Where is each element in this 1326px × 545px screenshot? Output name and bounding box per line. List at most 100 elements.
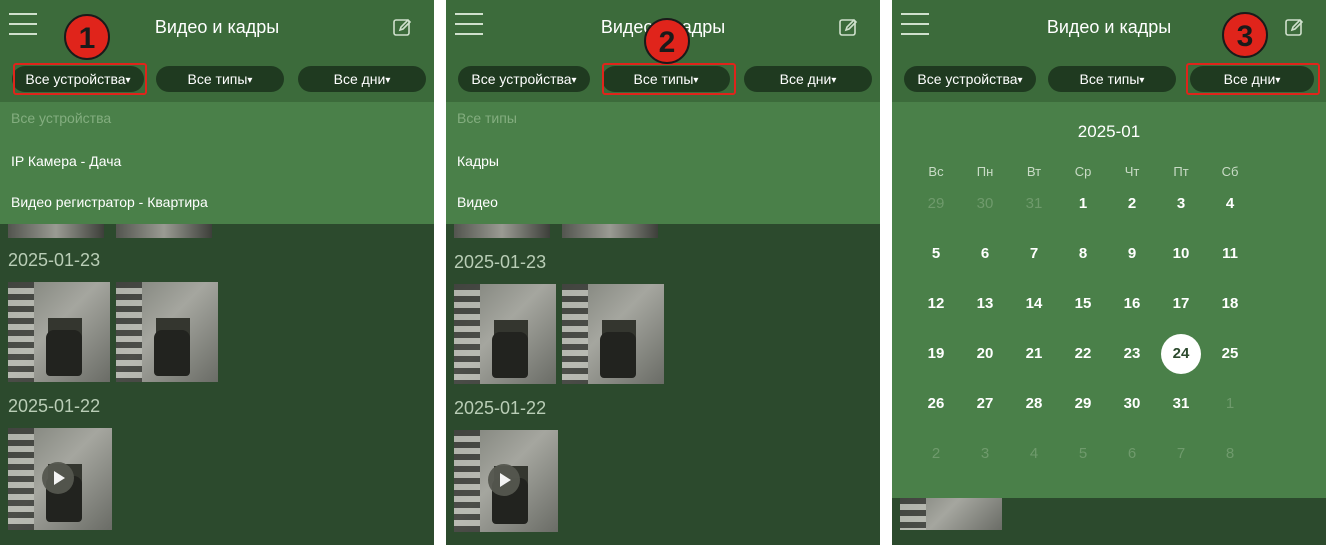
media-thumbnail[interactable] (116, 282, 218, 382)
date-header: 2025-01-23 (8, 250, 101, 270)
play-icon[interactable] (488, 464, 520, 496)
dropdown-item[interactable]: Все устройства (11, 110, 111, 126)
screen-devices-filter: Видео и кадры Все устройства▾ Все типы▾ … (0, 0, 434, 545)
calendar-day[interactable]: 31 (1161, 384, 1201, 424)
date-header: 2025-01-22 (8, 396, 101, 416)
calendar-day[interactable]: 25 (1210, 334, 1250, 374)
calendar-day[interactable]: 21 (1014, 334, 1054, 374)
chevron-down-icon: ▾ (247, 75, 253, 86)
edit-icon[interactable] (838, 17, 858, 37)
calendar-day[interactable]: 18 (1210, 284, 1250, 324)
step-badge: 1 (64, 14, 110, 60)
dropdown-item[interactable]: Кадры (457, 153, 499, 169)
chip-label: Все дни (779, 71, 832, 87)
media-thumbnail[interactable] (8, 282, 110, 382)
media-thumbnail[interactable] (454, 284, 556, 384)
weekday-label: Пн (976, 164, 994, 179)
calendar-day[interactable]: 28 (1014, 384, 1054, 424)
chip-label: Все типы (187, 71, 248, 87)
calendar-day: 1 (1225, 395, 1235, 412)
calendar-day[interactable]: 20 (965, 334, 1005, 374)
highlight-frame (13, 63, 147, 95)
dropdown-item[interactable]: IP Камера - Дача (11, 153, 121, 169)
play-icon[interactable] (42, 462, 74, 494)
calendar-day[interactable]: 29 (1063, 384, 1103, 424)
chevron-down-icon: ▾ (385, 75, 391, 86)
calendar-day[interactable]: 30 (1112, 384, 1152, 424)
calendar-day: 8 (1225, 445, 1235, 462)
date-header: 2025-01-22 (454, 398, 547, 418)
calendar-day[interactable]: 11 (1210, 234, 1250, 274)
calendar-day[interactable]: 7 (1014, 234, 1054, 274)
calendar-day: 30 (976, 195, 994, 212)
calendar-day[interactable]: 26 (916, 384, 956, 424)
thumbnail-strip (8, 224, 218, 238)
chevron-down-icon: ▾ (1017, 75, 1023, 86)
calendar-day: 6 (1127, 445, 1137, 462)
edit-icon[interactable] (392, 17, 412, 37)
calendar-day[interactable]: 27 (965, 384, 1005, 424)
media-thumbnail[interactable] (562, 284, 664, 384)
types-filter-button[interactable]: Все типы▾ (156, 66, 284, 92)
calendar-day[interactable]: 15 (1063, 284, 1103, 324)
calendar-dropdown: 2025-01 Вс Пн Вт Ср Чт Пт Сб 29 30 31 1 2 3 4 5 6 7 8 9 10 1… (892, 102, 1326, 498)
calendar-day[interactable]: 19 (916, 334, 956, 374)
chip-label: Все дни (333, 71, 386, 87)
weekday-label: Пт (1173, 164, 1189, 179)
devices-filter-button[interactable]: Все устройства▾ (904, 66, 1036, 92)
calendar-day: 29 (927, 195, 945, 212)
devices-dropdown: Все устройства IP Камера - Дача Видео ре… (0, 102, 434, 224)
calendar-day[interactable]: 9 (1112, 234, 1152, 274)
video-thumbnail[interactable] (8, 428, 112, 530)
calendar-day[interactable]: 6 (965, 234, 1005, 274)
devices-filter-button[interactable]: Все устройства▾ (458, 66, 590, 92)
calendar-month-title: 2025-01 (1077, 122, 1141, 141)
calendar-day: 2 (931, 445, 941, 462)
calendar-day[interactable]: 13 (965, 284, 1005, 324)
dropdown-item[interactable]: Видео регистратор - Квартира (11, 194, 208, 210)
calendar-day[interactable]: 23 (1112, 334, 1152, 374)
calendar-day[interactable]: 14 (1014, 284, 1054, 324)
media-thumbnail[interactable] (900, 498, 1002, 530)
chip-label: Все типы (1079, 71, 1140, 87)
calendar-day: 31 (1025, 195, 1043, 212)
types-dropdown: Все типы Кадры Видео (446, 102, 880, 224)
calendar-day[interactable]: 5 (916, 234, 956, 274)
date-header: 2025-01-23 (454, 252, 547, 272)
calendar-day: 5 (1078, 445, 1088, 462)
step-badge: 2 (644, 18, 690, 64)
chevron-down-icon: ▾ (1139, 75, 1145, 86)
chip-label: Все устройства (917, 71, 1018, 87)
video-thumbnail[interactable] (454, 430, 558, 532)
calendar-day[interactable]: 16 (1112, 284, 1152, 324)
step-badge: 3 (1222, 12, 1268, 58)
dropdown-item[interactable]: Видео (457, 194, 498, 210)
chevron-down-icon: ▾ (571, 75, 577, 86)
calendar-day[interactable]: 3 (1161, 184, 1201, 224)
highlight-frame (602, 63, 736, 95)
types-filter-button[interactable]: Все типы▾ (1048, 66, 1176, 92)
calendar-day[interactable]: 12 (916, 284, 956, 324)
screen-days-filter: Видео и кадры Все устройства▾ Все типы▾ … (892, 0, 1326, 545)
dropdown-item[interactable]: Все типы (457, 110, 517, 126)
calendar-day[interactable]: 1 (1063, 184, 1103, 224)
calendar-day[interactable]: 10 (1161, 234, 1201, 274)
calendar-day[interactable]: 22 (1063, 334, 1103, 374)
weekday-label: Сб (1221, 164, 1239, 179)
calendar-day-selected[interactable]: 24 (1161, 334, 1201, 374)
calendar-day[interactable]: 4 (1210, 184, 1250, 224)
weekday-label: Чт (1124, 164, 1140, 179)
days-filter-button[interactable]: Все дни▾ (298, 66, 426, 92)
calendar-day[interactable]: 17 (1161, 284, 1201, 324)
calendar-day: 4 (1029, 445, 1039, 462)
calendar-day[interactable]: 2 (1112, 184, 1152, 224)
calendar-day: 3 (980, 445, 990, 462)
edit-icon[interactable] (1284, 17, 1304, 37)
weekday-label: Вс (928, 164, 944, 179)
calendar-day: 7 (1176, 445, 1186, 462)
days-filter-button[interactable]: Все дни▾ (744, 66, 872, 92)
highlight-frame (1186, 63, 1320, 95)
weekday-label: Вт (1026, 164, 1042, 179)
screen-types-filter: Видео и кадры Все устройства▾ Все типы▾ … (446, 0, 880, 545)
calendar-day[interactable]: 8 (1063, 234, 1103, 274)
